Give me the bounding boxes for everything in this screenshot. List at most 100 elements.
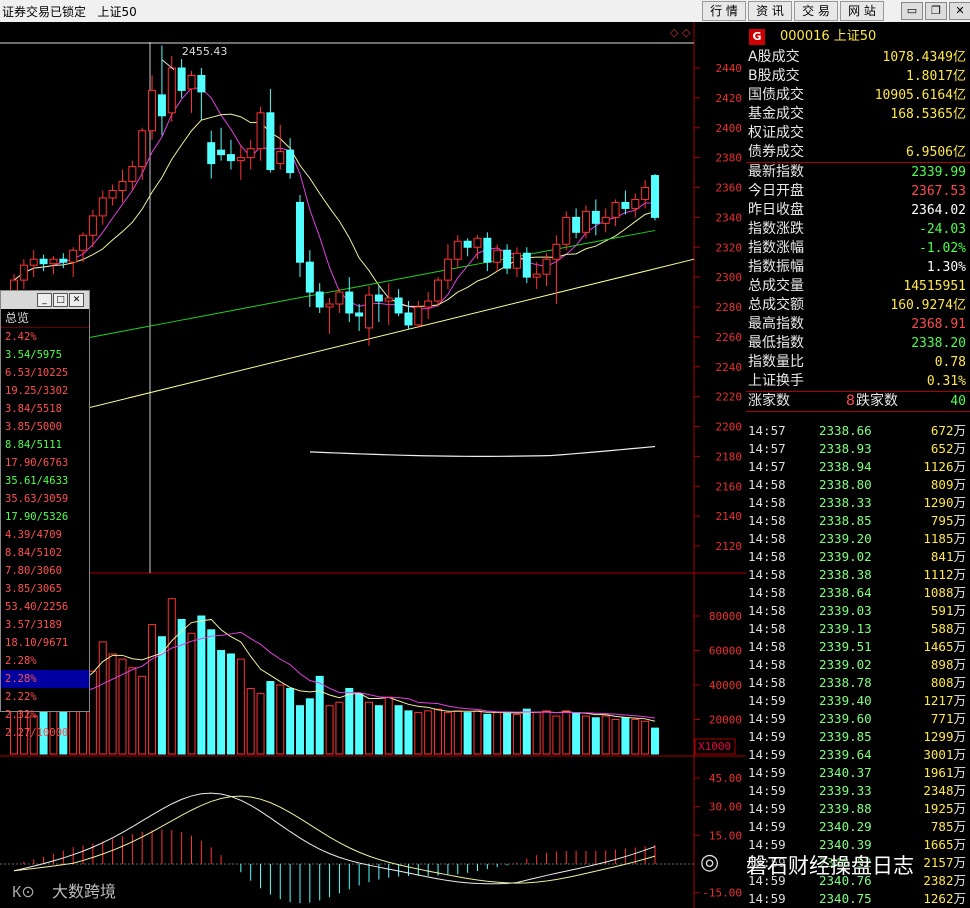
popup-item[interactable]: 2.27/10000	[1, 724, 89, 742]
quote-value: -24.03	[919, 222, 966, 237]
tick-volume-value: 652	[930, 441, 954, 456]
volume-bar	[552, 715, 561, 755]
popup-item[interactable]: 6.53/10225	[1, 364, 89, 382]
popup-item[interactable]: 8.84/5102	[1, 544, 89, 562]
tick-price: 2338.66	[819, 423, 872, 438]
code-badge: G	[749, 29, 765, 45]
popup-item[interactable]: 3.85/5000	[1, 418, 89, 436]
tick-time: 14:57	[748, 459, 786, 474]
tick-row: 14:59 2339.33 2348万	[746, 782, 970, 800]
quote-row: 总成交量 14515951	[746, 277, 970, 296]
tick-list[interactable]: 14:57 2338.66 672万 14:57 2338.93 652万 14:57 233…	[746, 422, 970, 908]
volume-bar	[148, 624, 157, 755]
candle-body	[345, 291, 354, 314]
tick-price: 2339.03	[819, 603, 872, 618]
tick-volume-value: 1088	[923, 585, 954, 600]
candle-body	[128, 166, 137, 183]
popup-item[interactable]: 3.57/3189	[1, 616, 89, 634]
volume-bar	[384, 696, 393, 755]
candle-body	[276, 151, 285, 165]
popup-item[interactable]: 2.42%	[1, 328, 89, 346]
tick-volume-value: 1262	[923, 891, 954, 906]
menu-web-button[interactable]: 网 站	[840, 1, 884, 21]
stat-label: 基金成交	[748, 106, 804, 122]
watermark-left-logo: К⊙	[12, 884, 35, 901]
quote-row: 指数涨幅 -1.02%	[746, 239, 970, 258]
popup-item[interactable]: 3.84/5518	[1, 400, 89, 418]
tick-row: 14:58 2338.64 1088万	[746, 584, 970, 602]
popup-item[interactable]: 8.84/5111	[1, 436, 89, 454]
menu-news-button[interactable]: 资 讯	[748, 1, 792, 21]
price-tick-label: 2380	[716, 152, 743, 165]
tick-row: 14:58 2338.38 1112万	[746, 566, 970, 584]
tick-price: 2338.80	[819, 477, 872, 492]
price-tick-label: 2440	[716, 62, 743, 75]
stat-value: 10905.6164亿	[874, 88, 966, 103]
popup-item[interactable]: 19.25/3302	[1, 382, 89, 400]
tick-volume-unit: 万	[953, 783, 966, 798]
macd-tick-label: 45.00	[709, 772, 742, 785]
kline-chart[interactable]: ◇ ◇ 80000 60000 40000 20000 45.00 30.00 15.00…	[0, 22, 746, 908]
price-tick-label: 2260	[716, 331, 743, 344]
tick-row: 14:59 2340.75 1262万	[746, 890, 970, 908]
quote-row: 今日开盘 2367.53	[746, 182, 970, 201]
popup-item[interactable]: 3.85/3065	[1, 580, 89, 598]
popup-item[interactable]: 2.28%	[1, 652, 89, 670]
volume-bar	[128, 667, 137, 755]
volume-bar	[177, 618, 186, 755]
volume-bar	[335, 701, 344, 755]
candle-body	[19, 264, 28, 281]
stat-row: 国债成交 10905.6164亿	[746, 86, 970, 105]
popup-item[interactable]: 3.54/5975	[1, 346, 89, 364]
popup-item[interactable]: 17.90/5326	[1, 508, 89, 526]
tick-price: 2339.64	[819, 747, 872, 762]
volume-bar	[424, 710, 433, 755]
tick-volume-unit: 万	[953, 729, 966, 744]
price-tick-label: 2180	[716, 450, 743, 463]
menu-trade-button[interactable]: 交 易	[794, 1, 838, 21]
popup-item[interactable]: 53.40/2256	[1, 598, 89, 616]
minimize-icon[interactable]: ▭	[901, 2, 923, 20]
price-tick-label: 2220	[716, 391, 743, 404]
popup-item[interactable]: 35.61/4633	[1, 472, 89, 490]
overview-popup[interactable]: _ □ ✕ 总览 2.42% 3.54/5975 6.53/10225 19.25/3…	[0, 290, 90, 739]
popup-item[interactable]: 4.39/4709	[1, 526, 89, 544]
volume-bar	[246, 687, 255, 755]
close-icon[interactable]: ✕	[949, 2, 970, 20]
popup-item[interactable]: 18.10/9671	[1, 634, 89, 652]
popup-item[interactable]: 7.80/3060	[1, 562, 89, 580]
quote-value: 2368.91	[911, 317, 966, 332]
volume-bar	[542, 710, 551, 755]
tick-time: 14:59	[748, 891, 786, 906]
tick-volume-unit: 万	[953, 441, 966, 456]
menu-quotes-button[interactable]: 行 情	[702, 1, 746, 21]
popup-item[interactable]: 2.28%	[1, 670, 89, 688]
candle-body	[365, 294, 374, 329]
candle-body	[335, 291, 344, 305]
quote-row: 上证换手 0.31%	[746, 372, 970, 391]
tick-volume-value: 785	[930, 819, 954, 834]
volume-bar	[473, 710, 482, 755]
top-menu: 行 情 资 讯 交 易 网 站	[702, 1, 884, 21]
popup-maximize-icon[interactable]: □	[53, 293, 68, 307]
restore-icon[interactable]: ❐	[925, 2, 947, 20]
tick-volume: 1112万	[923, 566, 966, 584]
popup-item[interactable]: 17.90/6763	[1, 454, 89, 472]
window-title: 证券交易已锁定 上证50	[2, 5, 137, 19]
candle-body	[512, 252, 521, 269]
quote-value: 0.31%	[926, 374, 966, 389]
price-tick-label: 2300	[716, 271, 743, 284]
popup-item[interactable]: 2.22%	[1, 688, 89, 706]
tick-time: 14:58	[748, 585, 786, 600]
candle-body	[631, 198, 640, 209]
popup-close-icon[interactable]: ✕	[69, 293, 84, 307]
popup-item[interactable]: 2.32%	[1, 706, 89, 724]
candle-body	[108, 189, 117, 199]
popup-minimize-icon[interactable]: _	[37, 293, 52, 307]
candle-body	[434, 279, 443, 302]
tick-time: 14:57	[748, 423, 786, 438]
volume-bar	[365, 701, 374, 755]
up-count-label: 涨家数	[748, 393, 790, 409]
tick-volume: 591万	[931, 602, 966, 620]
popup-item[interactable]: 35.63/3059	[1, 490, 89, 508]
